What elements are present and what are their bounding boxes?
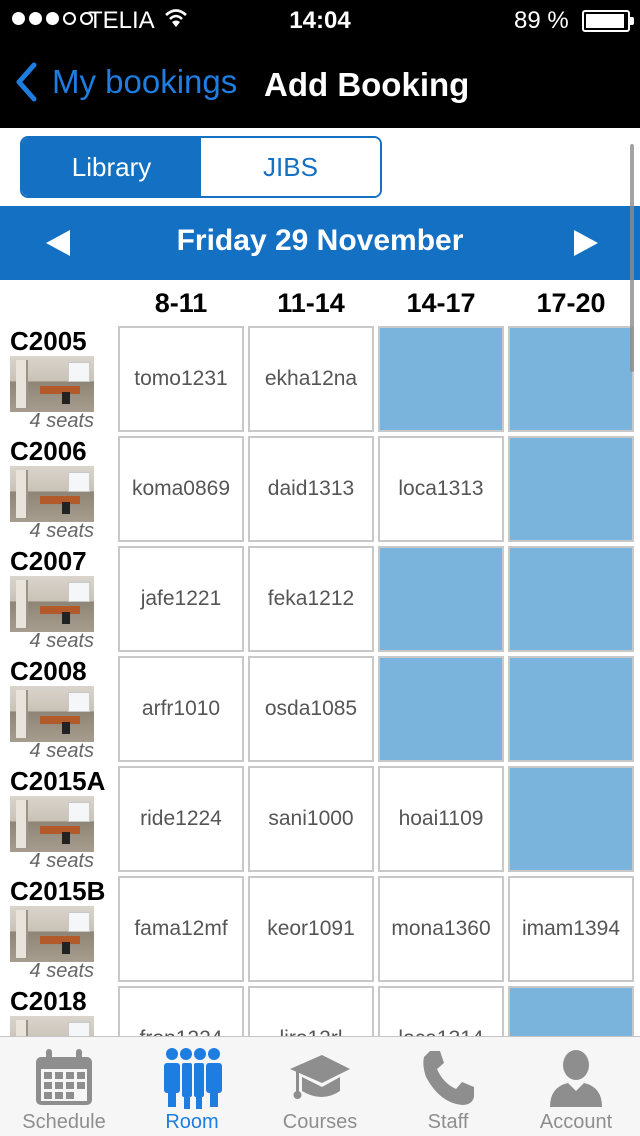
booked-slot[interactable]: tomo1231 — [118, 326, 244, 432]
room-name: C2005 — [10, 326, 87, 356]
tab-courses[interactable]: Courses — [256, 1037, 384, 1136]
booked-slot[interactable]: keor1091 — [248, 876, 374, 982]
free-slot[interactable] — [508, 546, 634, 652]
calendar-icon — [36, 1049, 92, 1105]
booked-slot[interactable]: mona1360 — [378, 876, 504, 982]
tab-staff-label: Staff — [427, 1111, 469, 1133]
room-photo[interactable] — [10, 906, 94, 962]
booked-slot[interactable]: fama12mf — [118, 876, 244, 982]
free-slot[interactable] — [378, 546, 504, 652]
tab-room[interactable]: Room — [128, 1037, 256, 1136]
free-slot[interactable] — [508, 986, 634, 1036]
room-seats: 4 seats — [29, 410, 94, 432]
room-photo[interactable] — [10, 576, 94, 632]
room-seats: 4 seats — [29, 520, 94, 542]
room-name: C2008 — [10, 656, 87, 686]
booked-slot[interactable]: ekha12na — [248, 326, 374, 432]
date-title: Friday 29 November — [176, 224, 464, 257]
phone-icon — [423, 1051, 474, 1105]
app-screen: TELIA 14:04 89 % My bookings Add Booking — [0, 0, 640, 1136]
segment-bar: Library JIBS — [0, 128, 640, 206]
next-day-button[interactable] — [564, 226, 604, 260]
tab-account[interactable]: Account — [512, 1037, 640, 1136]
tab-schedule[interactable]: Schedule — [0, 1037, 128, 1136]
time-slot-heading: 11-14 — [277, 288, 345, 318]
time-slot-heading: 17-20 — [536, 288, 606, 318]
free-slot[interactable] — [378, 326, 504, 432]
scrollbar[interactable] — [630, 144, 634, 372]
booked-slot[interactable]: osda1085 — [248, 656, 374, 762]
booked-slot[interactable]: sani1000 — [248, 766, 374, 872]
segment-jibs[interactable]: JIBS — [201, 138, 380, 196]
segment-library[interactable]: Library — [22, 138, 201, 196]
room-photo[interactable] — [10, 686, 94, 742]
time-slot-heading: 8-11 — [154, 288, 208, 318]
booked-slot[interactable]: feka1212 — [248, 546, 374, 652]
person-icon — [550, 1050, 602, 1107]
booked-slot[interactable]: fron1224 — [118, 986, 244, 1036]
room-seats: 4 seats — [29, 630, 94, 652]
people-icon — [164, 1048, 222, 1109]
free-slot[interactable] — [508, 436, 634, 542]
booked-slot[interactable]: ride1224 — [118, 766, 244, 872]
back-button[interactable]: My bookings — [14, 62, 237, 102]
free-slot[interactable] — [508, 656, 634, 762]
free-slot[interactable] — [508, 326, 634, 432]
room-seats: 4 seats — [29, 960, 94, 982]
room-name: C2018 — [10, 986, 87, 1016]
chevron-left-icon — [16, 62, 37, 102]
room-seats: 4 seats — [29, 850, 94, 872]
tab-room-label: Room — [165, 1111, 219, 1133]
room-row: C2005 4 seats tomo1231 ekha12na — [0, 326, 640, 436]
status-bar: TELIA 14:04 89 % — [0, 0, 640, 40]
room-row: C20184 seatsfron1224liro12rlloca1314 — [0, 986, 640, 1036]
time-slot-heading: 14-17 — [406, 288, 476, 318]
room-row: C2008 4 seats arfr1010 osda1085 — [0, 656, 640, 766]
top-bar: TELIA 14:04 89 % My bookings Add Booking — [0, 0, 640, 128]
room-name: C2007 — [10, 546, 87, 576]
room-seats: 4 seats — [29, 740, 94, 762]
booked-slot[interactable]: koma0869 — [118, 436, 244, 542]
date-bar: Friday 29 November — [0, 206, 640, 280]
graduation-cap-icon — [290, 1055, 350, 1099]
booked-slot[interactable]: loca1313 — [378, 436, 504, 542]
room-photo[interactable] — [10, 796, 94, 852]
room-name: C2015B — [10, 876, 106, 906]
tab-account-label: Account — [539, 1111, 613, 1133]
booking-grid: 8-11 11-14 14-17 17-20 C2005 4 seats tomo1231… — [0, 280, 640, 1036]
room-name: C2006 — [10, 436, 87, 466]
tab-staff[interactable]: Staff — [384, 1037, 512, 1136]
battery-icon — [582, 10, 634, 32]
free-slot[interactable] — [378, 656, 504, 762]
room-photo[interactable] — [10, 466, 94, 522]
room-row: C2006 4 seats koma0869 daid1313 loca1313 — [0, 436, 640, 546]
free-slot[interactable] — [508, 766, 634, 872]
battery-percent: 89 % — [514, 7, 569, 34]
tab-schedule-label: Schedule — [22, 1111, 106, 1133]
room-row: C2007 4 seats jafe1221 feka1212 — [0, 546, 640, 656]
booked-slot[interactable]: imam1394 — [508, 876, 634, 982]
room-photo[interactable] — [10, 356, 94, 412]
booked-slot[interactable]: liro12rl — [248, 986, 374, 1036]
room-photo[interactable] — [10, 1016, 94, 1036]
booked-slot[interactable]: daid1313 — [248, 436, 374, 542]
location-segmented-control: Library JIBS — [20, 136, 382, 198]
navigation-bar: My bookings Add Booking — [0, 40, 640, 128]
room-row: C2015B 4 seats fama12mf keor1091 mona1360 ima… — [0, 876, 640, 986]
booked-slot[interactable]: arfr1010 — [118, 656, 244, 762]
tab-courses-label: Courses — [282, 1111, 358, 1133]
back-button-label: My bookings — [52, 63, 238, 100]
booked-slot[interactable]: loca1314 — [378, 986, 504, 1036]
room-name: C2015A — [10, 766, 106, 796]
tab-bar: Schedule Room Courses Staff Account — [0, 1036, 640, 1136]
room-row: C2015A 4 seats ride1224 sani1000 hoai1109 — [0, 766, 640, 876]
booked-slot[interactable]: jafe1221 — [118, 546, 244, 652]
page-title: Add Booking — [264, 66, 470, 103]
booked-slot[interactable]: hoai1109 — [378, 766, 504, 872]
